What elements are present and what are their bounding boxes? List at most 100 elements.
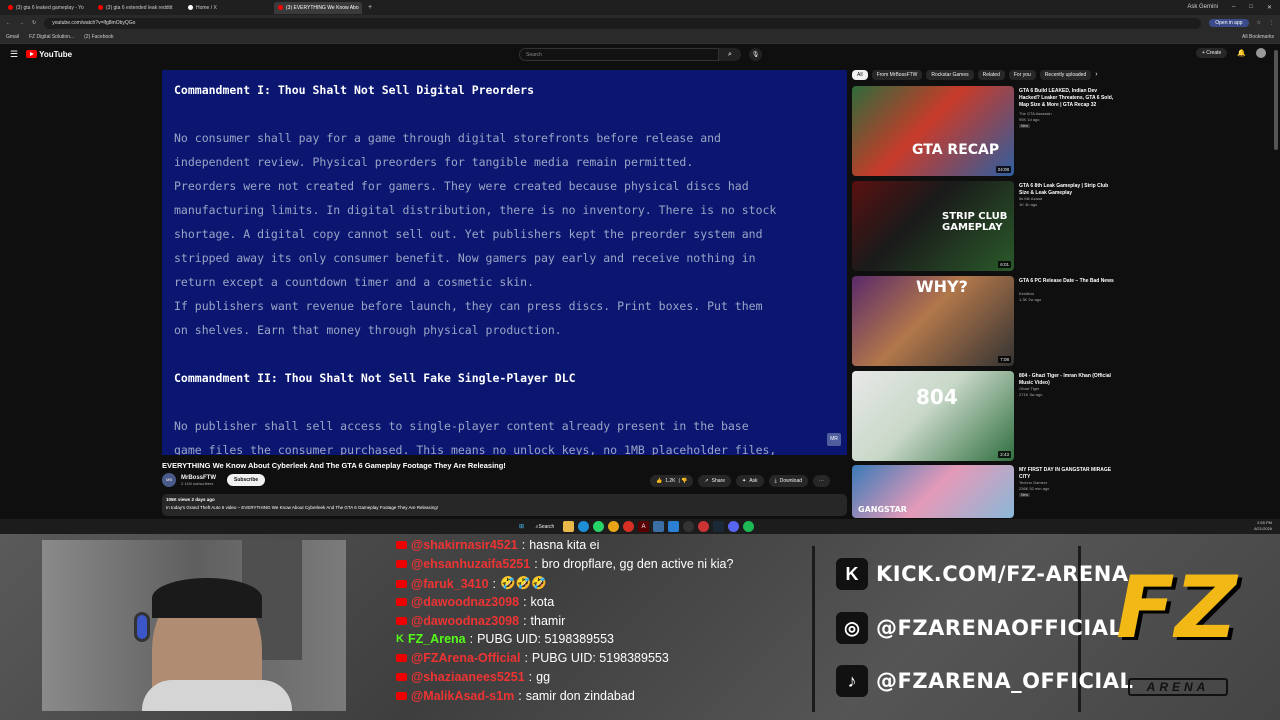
recommended-title[interactable]: GTA 6 PC Release Date – The Bad News <box>1019 278 1114 285</box>
chip-1[interactable]: From MrBossFTW <box>871 70 923 80</box>
minimize-icon[interactable]: – <box>1232 4 1235 11</box>
chat-text: kota <box>530 595 555 609</box>
recommended-views: 1.3K 2w ago <box>1019 297 1042 302</box>
avatar[interactable] <box>1256 48 1266 58</box>
channel-name[interactable]: MrBossFTW <box>181 475 216 481</box>
chevron-right-icon[interactable]: › <box>1095 70 1097 80</box>
reload-icon[interactable]: ↻ <box>32 20 36 26</box>
chat-message: @FZArena-Official: PUBG UID: 5198389553 <box>396 651 669 665</box>
youtube-logo[interactable]: YouTube <box>26 50 72 59</box>
slide-text-line: No consumer shall pay for a game through… <box>174 131 721 145</box>
recommended-title[interactable]: 804 - Ghazi Tiger - Imran Khan (Official… <box>1019 373 1114 387</box>
chip-0[interactable]: All <box>852 70 868 80</box>
bell-icon[interactable]: 🔔 <box>1237 49 1246 57</box>
whatsapp-icon[interactable] <box>593 521 604 532</box>
recommended-video[interactable]: WHY? 7:08 GTA 6 PC Release Date – The Bad … <box>852 276 1272 366</box>
discord-icon[interactable] <box>728 521 739 532</box>
thumbs-down-icon[interactable]: | 👎 <box>679 478 688 484</box>
video-thumbnail[interactable]: WHY? 7:08 <box>852 276 1014 366</box>
app-icon[interactable] <box>668 521 679 532</box>
recommended-video[interactable]: GANGSTAR MY FIRST DAY IN GANGSTAR MIRAGE … <box>852 465 1272 518</box>
share-button[interactable]: ↗ Share <box>698 475 731 487</box>
search-icon[interactable]: ⌕ <box>719 48 741 61</box>
bookmark-gmail[interactable]: Gmail <box>6 34 19 40</box>
spotify-icon[interactable] <box>743 521 754 532</box>
video-thumbnail[interactable]: STRIP CLUB GAMEPLAY 6:01 <box>852 181 1014 271</box>
chat-text: gg <box>536 670 551 684</box>
ask-button[interactable]: ✦ Ask <box>736 475 764 487</box>
tab-4[interactable]: (3) EVERYTHING We Know Abo <box>274 1 362 14</box>
back-icon[interactable]: ← <box>6 20 11 26</box>
obs-icon[interactable] <box>683 521 694 532</box>
subscribe-button[interactable]: Subscribe <box>227 474 266 486</box>
record-icon[interactable] <box>698 521 709 532</box>
download-button[interactable]: ⤓ Download <box>768 475 809 487</box>
chat-message: @shaziaanees5251: gg <box>396 670 550 684</box>
star-icon[interactable]: ☆ <box>1257 20 1261 26</box>
video-thumbnail[interactable]: GANGSTAR <box>852 465 1014 518</box>
channel-watermark[interactable]: MR <box>827 433 841 446</box>
recommended-title[interactable]: GTA 6 Build LEAKED, Indian Dev Hacked? L… <box>1019 88 1114 109</box>
recommended-title[interactable]: MY FIRST DAY IN GANGSTAR MIRAGE CITY <box>1019 467 1114 481</box>
slide-heading: Commandment II: Thou Shalt Not Sell Fake… <box>174 371 576 385</box>
chrome-icon[interactable] <box>608 521 619 532</box>
adobe-icon[interactable]: A <box>638 521 649 532</box>
maximize-icon[interactable]: □ <box>1249 4 1253 11</box>
channel-avatar[interactable]: MB <box>162 473 176 487</box>
all-bookmarks[interactable]: All Bookmarks <box>1242 34 1274 40</box>
bookmark-facebook[interactable]: (2) Facebook <box>84 34 113 40</box>
photos-icon[interactable] <box>653 521 664 532</box>
scrollbar[interactable] <box>1274 50 1278 150</box>
chip-5[interactable]: Recently uploaded <box>1039 70 1092 80</box>
system-tray[interactable]: 2:55 PM 8/21/2026 <box>1254 520 1272 532</box>
steam-icon[interactable] <box>713 521 724 532</box>
chat-text: : <box>521 540 526 552</box>
open-in-app-button[interactable]: Open in app <box>1209 19 1249 27</box>
chip-2[interactable]: Rockstar Games <box>926 70 974 80</box>
description-box[interactable]: 105K views 2 days ago In today's Grand T… <box>162 494 847 516</box>
chat-username: @FZArena-Official <box>411 651 521 665</box>
edge-icon[interactable] <box>578 521 589 532</box>
recommended-video[interactable]: GTA RECAP 24:08 GTA 6 Build LEAKED, Indian… <box>852 86 1272 176</box>
video-thumbnail[interactable]: 804 2:43 <box>852 371 1014 461</box>
url-input[interactable]: youtube.com/watch?v=lfg8mObyQGo <box>44 17 1202 29</box>
tab-1[interactable]: (3) gta 6 leaked gameplay - Yo <box>4 2 92 14</box>
chat-text: : <box>492 576 496 591</box>
filter-chips: All From MrBossFTW Rockstar Games Related Fo… <box>852 70 1098 80</box>
recommended-title[interactable]: GTA 6 8th Leak Gameplay | Strip Club Siz… <box>1019 183 1114 197</box>
start-icon[interactable]: ⊞ <box>516 521 527 532</box>
headphones-icon <box>134 612 150 642</box>
youtube-play-icon <box>26 50 38 58</box>
tab-2[interactable]: (3) gta 6 extended leak redditt <box>94 2 182 14</box>
chat-text: bro dropflare, gg den active ni kia? <box>541 557 734 571</box>
taskbar-search[interactable]: ⌕ Search <box>531 521 559 532</box>
create-button[interactable]: + Create <box>1195 48 1228 58</box>
video-thumbnail[interactable]: GTA RECAP 24:08 <box>852 86 1014 176</box>
chrome-icon[interactable] <box>623 521 634 532</box>
social-text: @FZARENA_OFFICIAL <box>876 669 1134 693</box>
recommended-video[interactable]: 804 2:43 804 - Ghazi Tiger - Imran Khan (O… <box>852 371 1272 461</box>
menu-dots-icon[interactable]: ⋮ <box>1269 20 1274 26</box>
bookmark-fz[interactable]: FZ Digital Solution... <box>29 34 74 40</box>
description-text: In today's Grand Theft Auto 6 video – EV… <box>166 505 439 510</box>
mic-icon[interactable]: 🎙 <box>749 48 762 61</box>
recommended-video[interactable]: STRIP CLUB GAMEPLAY 6:01 GTA 6 8th Leak Ga… <box>852 181 1272 271</box>
new-tab-button[interactable]: + <box>364 4 376 11</box>
bookmarks-bar: Gmail FZ Digital Solution... (2) Faceboo… <box>0 31 1280 44</box>
social-handle: K KICK.COM/FZ-ARENA <box>836 558 1129 590</box>
chat-message: @dawoodnaz3098: kota <box>396 595 554 609</box>
menu-icon[interactable]: ☰ <box>10 49 18 60</box>
file-explorer-icon[interactable] <box>563 521 574 532</box>
like-button[interactable]: 👍 1.2K | 👎 <box>650 475 694 487</box>
search-input[interactable]: Search <box>519 48 719 61</box>
close-icon[interactable]: ✕ <box>1267 4 1272 11</box>
tab-3[interactable]: Home / X <box>184 2 272 14</box>
chip-3[interactable]: Related <box>977 70 1005 80</box>
video-player[interactable]: Commandment I: Thou Shalt Not Sell Digit… <box>162 70 847 455</box>
chat-username: @dawoodnaz3098 <box>411 595 520 609</box>
forward-icon[interactable]: → <box>19 20 24 26</box>
ask-gemini-button[interactable]: Ask Gemini <box>1187 4 1218 11</box>
chat-username: @MalikAsad-s1m <box>411 689 515 703</box>
chip-4[interactable]: For you <box>1008 70 1036 80</box>
more-icon[interactable]: ⋯ <box>813 475 831 487</box>
